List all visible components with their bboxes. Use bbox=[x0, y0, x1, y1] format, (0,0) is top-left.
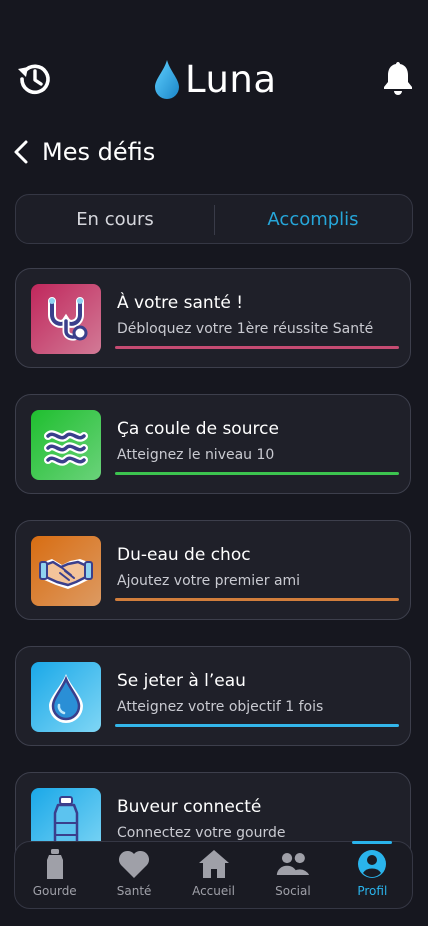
tab-divider bbox=[214, 205, 215, 235]
challenge-progress-bar bbox=[115, 598, 399, 601]
nav-label: Social bbox=[275, 884, 311, 898]
challenge-card[interactable]: Du-eau de choc Ajoutez votre premier ami bbox=[15, 520, 411, 620]
challenge-progress-bar bbox=[115, 724, 399, 727]
chevron-left-icon[interactable] bbox=[12, 139, 30, 165]
challenge-card[interactable]: À votre santé ! Débloquez votre 1ère réu… bbox=[15, 268, 411, 368]
nav-label: Profil bbox=[357, 884, 388, 898]
nav-label: Accueil bbox=[192, 884, 235, 898]
handshake-icon bbox=[31, 536, 101, 606]
water-drop-logo-icon bbox=[155, 60, 179, 99]
challenge-subtitle: Atteignez votre objectif 1 fois bbox=[117, 699, 324, 715]
stethoscope-icon bbox=[31, 284, 101, 354]
app-logo: Luna bbox=[154, 56, 277, 102]
tab-en-cours[interactable]: En cours bbox=[16, 195, 214, 243]
challenge-progress-bar bbox=[115, 472, 399, 475]
back-header[interactable]: Mes défis bbox=[12, 136, 155, 168]
challenge-card[interactable]: Ça coule de source Atteignez le niveau 1… bbox=[15, 394, 411, 494]
heart-icon bbox=[119, 850, 150, 878]
nav-label: Gourde bbox=[32, 884, 77, 898]
challenge-tabs: En cours Accomplis bbox=[15, 194, 413, 244]
bottle-icon bbox=[46, 849, 63, 879]
home-icon bbox=[198, 850, 229, 878]
challenge-card[interactable]: Se jeter à l’eau Atteignez votre objecti… bbox=[15, 646, 411, 746]
water-drop-icon bbox=[31, 662, 101, 732]
challenge-subtitle: Ajoutez votre premier ami bbox=[117, 573, 301, 589]
app-header: Luna bbox=[0, 54, 428, 104]
history-icon[interactable] bbox=[16, 60, 54, 98]
tab-accomplis[interactable]: Accomplis bbox=[214, 195, 412, 243]
challenge-title: Buveur connecté bbox=[117, 797, 262, 817]
challenge-progress-bar bbox=[115, 346, 399, 349]
challenge-title: Ça coule de source bbox=[117, 419, 279, 439]
nav-item-accueil[interactable]: Accueil bbox=[174, 842, 253, 908]
nav-item-social[interactable]: Social bbox=[253, 842, 332, 908]
app-name: Luna bbox=[185, 57, 277, 101]
nav-label: Santé bbox=[116, 884, 152, 898]
challenge-subtitle: Connectez votre gourde bbox=[117, 825, 286, 841]
bell-icon[interactable] bbox=[382, 60, 414, 96]
challenge-title: À votre santé ! bbox=[117, 293, 244, 313]
nav-item-sante[interactable]: Santé bbox=[94, 842, 173, 908]
waves-icon bbox=[31, 410, 101, 480]
challenge-subtitle: Débloquez votre 1ère réussite Santé bbox=[117, 321, 374, 337]
nav-item-profil[interactable]: Profil bbox=[333, 841, 412, 908]
active-tab-indicator bbox=[351, 841, 392, 844]
challenge-subtitle: Atteignez le niveau 10 bbox=[117, 447, 275, 463]
page-title: Mes défis bbox=[42, 138, 156, 166]
challenge-title: Du-eau de choc bbox=[117, 545, 251, 565]
nav-item-gourde[interactable]: Gourde bbox=[15, 842, 94, 908]
bottom-navigation: Gourde Santé Accueil Social Profil bbox=[14, 841, 413, 909]
people-icon bbox=[276, 852, 310, 876]
challenge-title: Se jeter à l’eau bbox=[117, 671, 246, 691]
profile-icon bbox=[358, 850, 387, 878]
